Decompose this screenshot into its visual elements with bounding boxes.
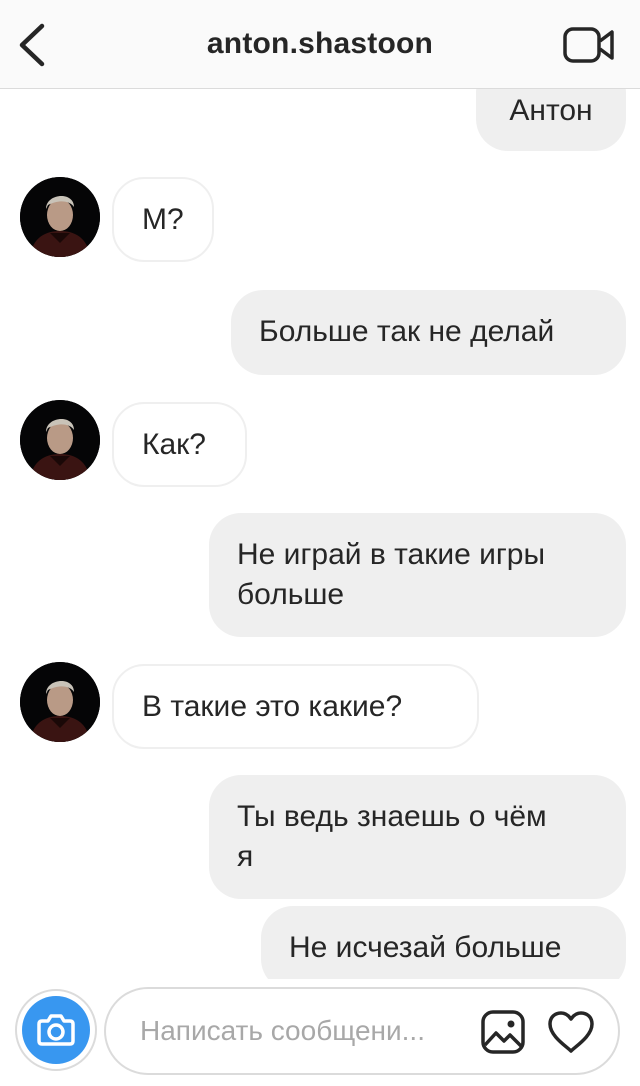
chat-header: anton.shastoon	[0, 0, 640, 89]
avatar[interactable]	[20, 177, 100, 257]
message-text-line: Не играй в такие игры	[237, 538, 546, 571]
message-text: В такие это какие?	[142, 690, 403, 723]
message-incoming[interactable]: Как?	[112, 402, 247, 487]
chat-username[interactable]: anton.shastoon	[0, 22, 640, 66]
message-text-line: больше	[237, 578, 345, 611]
message-outgoing[interactable]: Больше так не делай	[231, 290, 626, 375]
camera-icon	[37, 1014, 75, 1046]
message-input-placeholder: Написать сообщени...	[140, 1015, 425, 1046]
heart-icon	[548, 1011, 594, 1053]
message-outgoing[interactable]: Не играй в такие игры больше	[209, 513, 626, 637]
message-outgoing[interactable]: Не исчезай больше	[261, 906, 626, 979]
video-call-button[interactable]	[562, 24, 616, 66]
message-input[interactable]: Написать сообщени...	[104, 987, 620, 1075]
message-text: М?	[142, 203, 184, 236]
avatar[interactable]	[20, 662, 100, 742]
message-text: Как?	[142, 428, 206, 461]
message-thread[interactable]: Антон М? Больше так не делай Как? Не игр…	[0, 89, 640, 979]
message-incoming[interactable]: В такие это какие?	[112, 664, 479, 749]
avatar[interactable]	[20, 400, 100, 480]
message-composer: Написать сообщени...	[0, 979, 640, 1086]
gallery-button[interactable]	[480, 1009, 526, 1055]
message-text: Больше так не делай	[259, 315, 555, 348]
message-text: Не исчезай больше	[289, 931, 562, 964]
message-text-line: Ты ведь знаешь о чём	[237, 800, 547, 833]
message-outgoing[interactable]: Антон	[476, 89, 626, 151]
message-incoming[interactable]: М?	[112, 177, 214, 262]
gallery-icon	[481, 1010, 525, 1054]
message-text: Антон	[509, 94, 593, 127]
message-text-line: я	[237, 840, 254, 873]
video-camera-icon	[563, 27, 614, 63]
message-outgoing[interactable]: Ты ведь знаешь о чём я	[209, 775, 626, 899]
camera-button[interactable]	[15, 989, 97, 1071]
like-button[interactable]	[546, 1009, 596, 1055]
